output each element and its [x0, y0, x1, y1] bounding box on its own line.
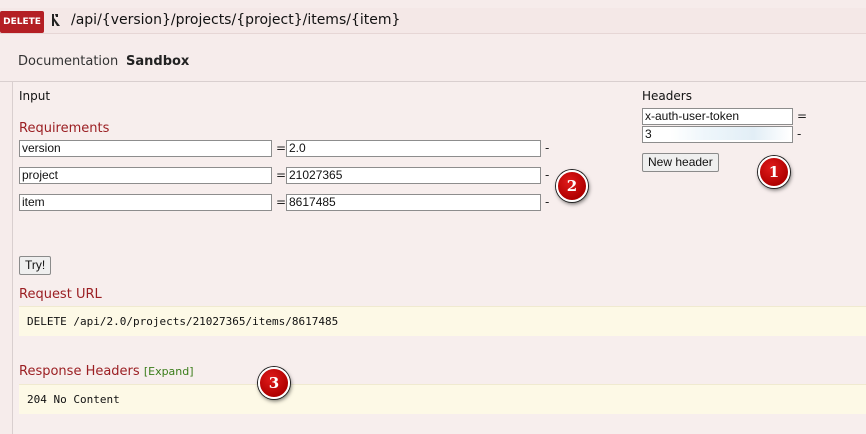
tab-bar: Documentation Sandbox: [0, 44, 866, 82]
remove-param-link[interactable]: -: [545, 195, 549, 209]
annotation-marker-3: 3: [258, 367, 290, 399]
remove-param-link[interactable]: -: [545, 168, 549, 182]
request-url-box: DELETE /api/2.0/projects/21027365/items/…: [19, 306, 866, 336]
equals-sign: =: [276, 168, 287, 182]
new-header-button[interactable]: New header: [642, 153, 719, 172]
param-name-field[interactable]: project: [19, 167, 272, 184]
response-headers-box: 204 No Content: [19, 384, 866, 414]
route-icon: [52, 14, 60, 26]
expand-link[interactable]: [Expand]: [144, 365, 194, 378]
equals-sign: =: [276, 195, 287, 209]
request-url-title: Request URL: [19, 287, 102, 302]
param-value-field[interactable]: 8617485: [286, 194, 541, 211]
param-name-field[interactable]: item: [19, 194, 272, 211]
header-name-field[interactable]: x-auth-user-token: [642, 108, 793, 125]
param-value-field[interactable]: 21027365: [286, 167, 541, 184]
try-button[interactable]: Try!: [19, 256, 52, 275]
param-name-field[interactable]: version: [19, 140, 272, 157]
endpoint-path: /api/{version}/projects/{project}/items/…: [71, 12, 401, 28]
remove-param-link[interactable]: -: [545, 141, 549, 155]
param-value-field[interactable]: 2.0: [286, 140, 541, 157]
annotation-marker-1: 1: [758, 156, 790, 188]
equals-sign: =: [797, 109, 808, 123]
response-status: 204 No Content: [27, 393, 120, 406]
tab-documentation[interactable]: Documentation: [18, 54, 118, 69]
remove-header-link[interactable]: -: [797, 127, 801, 141]
method-badge: DELETE: [0, 11, 44, 33]
response-headers-label: Response Headers: [19, 364, 140, 379]
response-headers-title: Response Headers [Expand]: [19, 364, 194, 379]
input-heading: Input: [19, 89, 51, 103]
endpoint-header: DELETE /api/{version}/projects/{project}…: [0, 8, 866, 34]
annotation-marker-2: 2: [556, 170, 588, 202]
redacted-token: [670, 127, 790, 140]
requirements-title: Requirements: [19, 121, 110, 136]
tab-sandbox[interactable]: Sandbox: [126, 54, 189, 69]
request-url-value: DELETE /api/2.0/projects/21027365/items/…: [27, 315, 339, 328]
headers-heading: Headers: [642, 89, 692, 103]
equals-sign: =: [276, 141, 287, 155]
